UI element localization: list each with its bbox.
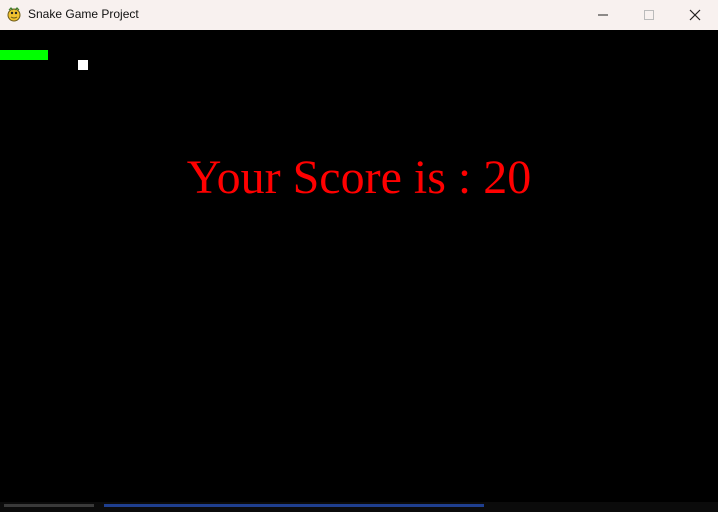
pygame-snake-icon bbox=[6, 6, 22, 22]
close-icon bbox=[689, 9, 701, 21]
minimize-icon bbox=[598, 10, 608, 20]
maximize-icon bbox=[644, 10, 654, 20]
window-title: Snake Game Project bbox=[28, 7, 139, 21]
game-window: Snake Game Project Your Score is : 20 bbox=[0, 0, 718, 512]
food-pellet bbox=[78, 60, 88, 70]
game-canvas[interactable]: Your Score is : 20 bbox=[0, 30, 718, 502]
title-bar[interactable]: Snake Game Project bbox=[0, 0, 718, 30]
minimize-button[interactable] bbox=[580, 0, 626, 30]
maximize-button[interactable] bbox=[626, 0, 672, 30]
close-button[interactable] bbox=[672, 0, 718, 30]
background-fragment bbox=[4, 504, 94, 507]
snake-body bbox=[0, 50, 48, 60]
score-message: Your Score is : 20 bbox=[186, 151, 532, 204]
bottom-edge-strip bbox=[0, 502, 718, 512]
background-fragment bbox=[104, 504, 484, 507]
